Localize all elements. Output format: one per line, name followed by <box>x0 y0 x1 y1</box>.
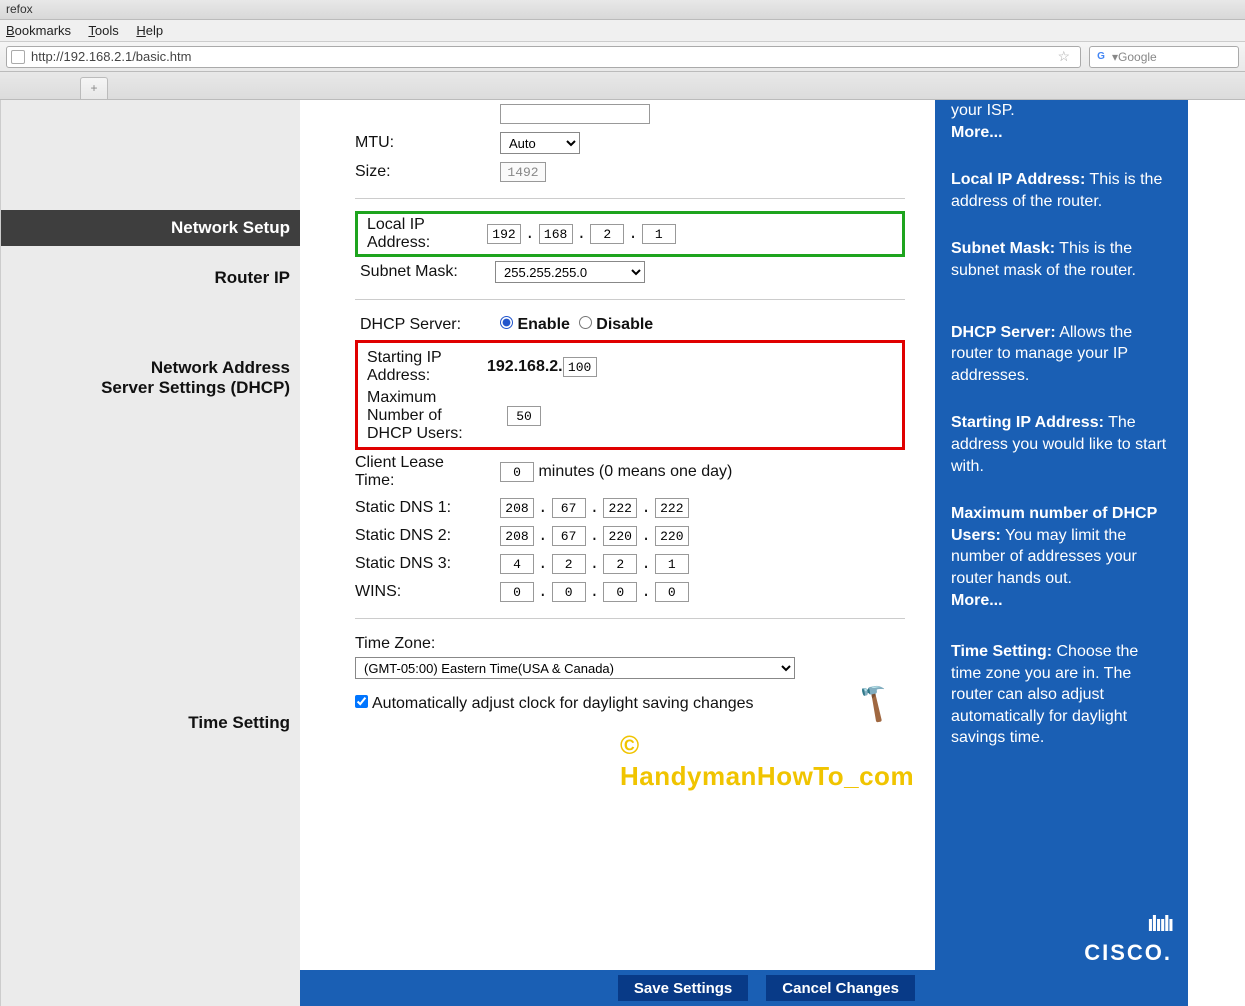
dns3-label: Static DNS 3: <box>355 555 500 573</box>
subnet-label: Subnet Mask: <box>355 263 495 281</box>
menu-help[interactable]: Help <box>136 23 163 38</box>
size-input <box>500 162 546 182</box>
dhcp-server-label: DHCP Server: <box>355 316 500 334</box>
help-panel: your ISP.More... Local IP Address: This … <box>935 100 1188 1006</box>
dns2-a[interactable] <box>500 526 534 546</box>
router-page: Network Setup Router IP Network AddressS… <box>0 100 1245 1006</box>
address-bar: ☆ G▾ Google <box>0 42 1245 72</box>
dst-checkbox[interactable]: Automatically adjust clock for daylight … <box>355 695 754 713</box>
help-more-link[interactable]: More... <box>951 124 1003 141</box>
browser-menubar: Bookmarks Tools Help <box>0 20 1245 42</box>
bookmark-star-icon[interactable]: ☆ <box>1057 48 1070 65</box>
size-label: Size: <box>355 163 500 181</box>
dhcp-enable[interactable]: Enable <box>500 316 570 334</box>
max-users-input[interactable] <box>507 406 541 426</box>
wins-a[interactable] <box>500 582 534 602</box>
section-network-setup: Network Setup <box>1 210 300 246</box>
wins-d[interactable] <box>655 582 689 602</box>
dns2-label: Static DNS 2: <box>355 527 500 545</box>
cisco-logo: ılıılı CISCO. <box>1084 909 1172 968</box>
mtu-select[interactable]: Auto <box>500 132 580 154</box>
dns1-label: Static DNS 1: <box>355 499 500 517</box>
wins-b[interactable] <box>552 582 586 602</box>
dns2-d[interactable] <box>655 526 689 546</box>
local-ip-label: Local IPAddress: <box>362 216 487 252</box>
wins-c[interactable] <box>603 582 637 602</box>
ip-octet-2[interactable] <box>539 224 573 244</box>
mtu-label: MTU: <box>355 134 500 152</box>
dns1-b[interactable] <box>552 498 586 518</box>
menu-tools[interactable]: Tools <box>88 23 118 38</box>
lease-suffix: minutes (0 means one day) <box>538 463 732 481</box>
section-time: Time Setting <box>1 713 300 733</box>
local-ip-highlight: Local IPAddress: . . . <box>355 211 905 257</box>
new-tab-button[interactable]: + <box>80 77 108 99</box>
menu-bookmarks[interactable]: Bookmarks <box>6 23 71 38</box>
max-users-label: MaximumNumber ofDHCP Users: <box>362 389 507 443</box>
wins-label: WINS: <box>355 583 500 601</box>
section-dhcp: Network AddressServer Settings (DHCP) <box>1 358 300 398</box>
tab-strip: + <box>0 72 1245 100</box>
domain-name-input[interactable] <box>500 104 650 124</box>
dns3-d[interactable] <box>655 554 689 574</box>
ip-octet-1[interactable] <box>487 224 521 244</box>
cancel-button[interactable]: Cancel Changes <box>766 975 915 1001</box>
search-placeholder: Google <box>1118 50 1157 64</box>
dns1-d[interactable] <box>655 498 689 518</box>
starting-ip-label: Starting IPAddress: <box>362 349 487 385</box>
url-input[interactable] <box>31 49 1053 64</box>
browser-search-box[interactable]: G▾ Google <box>1089 46 1239 68</box>
dns3-b[interactable] <box>552 554 586 574</box>
router-sidebar: Network Setup Router IP Network AddressS… <box>0 100 300 1006</box>
dhcp-disable[interactable]: Disable <box>579 316 653 334</box>
dns3-a[interactable] <box>500 554 534 574</box>
dns1-c[interactable] <box>603 498 637 518</box>
google-icon: G <box>1094 50 1108 64</box>
timezone-select[interactable]: (GMT-05:00) Eastern Time(USA & Canada) <box>355 657 795 679</box>
watermark: © HandymanHowTo_com <box>620 730 935 792</box>
page-icon <box>11 50 25 64</box>
starting-ip-prefix: 192.168.2. <box>487 358 563 376</box>
subnet-select[interactable]: 255.255.255.0 <box>495 261 645 283</box>
lease-input[interactable] <box>500 462 534 482</box>
dns2-b[interactable] <box>552 526 586 546</box>
section-router-ip: Router IP <box>1 268 300 288</box>
dns3-c[interactable] <box>603 554 637 574</box>
button-bar: Save Settings Cancel Changes <box>300 970 935 1006</box>
lease-label: Client LeaseTime: <box>355 454 500 490</box>
timezone-label: Time Zone: <box>355 635 905 653</box>
ip-octet-4[interactable] <box>642 224 676 244</box>
url-field-wrap[interactable]: ☆ <box>6 46 1081 68</box>
window-titlebar: refox <box>0 0 1245 20</box>
help-more-link-2[interactable]: More... <box>951 592 1003 609</box>
router-form: Domain Name: MTU: Auto Size: Local IPAdd… <box>300 100 935 1006</box>
ip-octet-3[interactable] <box>590 224 624 244</box>
starting-ip-last[interactable] <box>563 357 597 377</box>
save-button[interactable]: Save Settings <box>618 975 748 1001</box>
dhcp-range-highlight: Starting IPAddress: 192.168.2. MaximumNu… <box>355 340 905 450</box>
dns2-c[interactable] <box>603 526 637 546</box>
hammer-icon: 🔨 <box>849 678 899 727</box>
dns1-a[interactable] <box>500 498 534 518</box>
